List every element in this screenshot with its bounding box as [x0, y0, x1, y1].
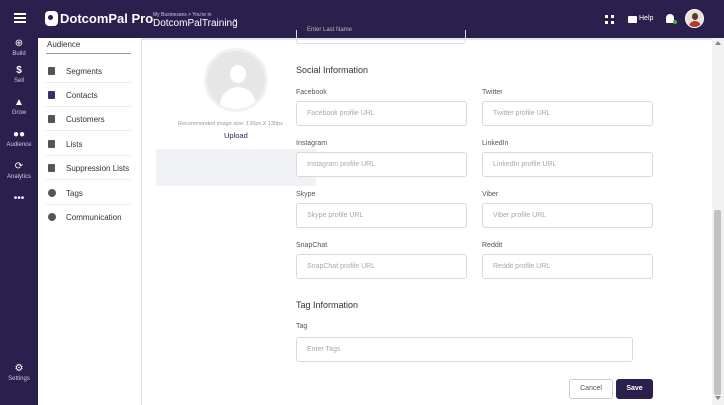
- more-icon: •••: [13, 193, 25, 204]
- online-status-dot: [673, 20, 677, 24]
- instagram-field[interactable]: Instagram profile URL: [296, 152, 467, 177]
- subnav-item-communication[interactable]: Communication: [46, 205, 131, 229]
- instagram-label: Instagram: [296, 140, 328, 147]
- brand-name[interactable]: DotcomPal Pro: [60, 11, 153, 26]
- contact-form: Enter Last Name Recommended image size: …: [142, 27, 712, 405]
- gear-icon: ⚙: [14, 363, 24, 374]
- instagram-placeholder: Instagram profile URL: [307, 161, 376, 168]
- facebook-label: Facebook: [296, 89, 327, 96]
- tag-label: Tag: [296, 323, 308, 330]
- people-icon: ●●: [12, 129, 26, 140]
- image-size-hint: Recommended image size: 130px X 130px: [178, 121, 283, 127]
- snapchat-label: SnapChat: [296, 242, 328, 249]
- reddit-placeholder: Reddit profile URL: [493, 263, 551, 270]
- skype-placeholder: Skype profile URL: [307, 212, 364, 219]
- viber-field[interactable]: Viber profile URL: [482, 203, 653, 228]
- subnav-item-lists[interactable]: Lists: [46, 132, 131, 156]
- subnav-divider: [46, 53, 131, 54]
- logo-icon[interactable]: [45, 11, 58, 26]
- subnav-item-label: Suppression Lists: [66, 164, 130, 173]
- audience-subnav: Audience Segments Contacts Customers Lis…: [38, 38, 142, 405]
- communication-icon: [48, 213, 56, 221]
- twitter-field[interactable]: Twitter profile URL: [482, 101, 653, 126]
- tag-icon: [48, 189, 56, 197]
- viber-placeholder: Viber profile URL: [493, 212, 547, 219]
- snapchat-field[interactable]: SnapChat profile URL: [296, 254, 467, 279]
- contacts-icon: [48, 91, 55, 99]
- snapchat-placeholder: SnapChat profile URL: [307, 263, 376, 270]
- scrollbar-thumb[interactable]: [714, 210, 721, 395]
- reddit-field[interactable]: Reddit profile URL: [482, 254, 653, 279]
- rail-item-analytics[interactable]: ⟳ Analytics: [0, 161, 38, 181]
- chevron-down-icon[interactable]: ⌄: [232, 14, 239, 23]
- rail-item-more[interactable]: •••: [0, 193, 38, 205]
- cancel-button[interactable]: Cancel: [569, 379, 613, 399]
- rail-item-audience[interactable]: ●● Audience: [0, 129, 38, 149]
- user-avatar[interactable]: [685, 9, 704, 28]
- twitter-placeholder: Twitter profile URL: [493, 110, 551, 117]
- subnav-item-customers[interactable]: Customers: [46, 107, 131, 131]
- save-button[interactable]: Save: [616, 379, 653, 399]
- subnav-item-contacts[interactable]: Contacts: [46, 83, 131, 107]
- subnav-item-segments[interactable]: Segments: [46, 59, 131, 83]
- subnav-item-label: Segments: [66, 67, 103, 76]
- subnav-item-suppression-lists[interactable]: Suppression Lists: [46, 156, 131, 180]
- rail-item-grow[interactable]: ▲ Grow: [0, 97, 38, 117]
- tag-section-title: Tag Information: [296, 300, 359, 310]
- scroll-up-arrow-icon[interactable]: [715, 41, 721, 45]
- rail-label: Settings: [8, 376, 30, 382]
- rail-label: Audience: [6, 142, 32, 148]
- twitter-label: Twitter: [482, 89, 503, 96]
- skype-label: Skype: [296, 191, 316, 198]
- last-name-placeholder: Enter Last Name: [307, 27, 353, 33]
- dollar-icon: $: [16, 65, 22, 76]
- viber-label: Viber: [482, 191, 499, 198]
- scroll-down-arrow-icon[interactable]: [715, 396, 721, 400]
- facebook-field[interactable]: Facebook profile URL: [296, 101, 467, 126]
- suppression-icon: [48, 164, 55, 172]
- skype-field[interactable]: Skype profile URL: [296, 203, 467, 228]
- plus-circle-icon: ⊕: [14, 38, 24, 49]
- linkedin-label: LinkedIn: [482, 140, 509, 147]
- analytics-icon: ⟳: [14, 161, 24, 172]
- apps-grid-icon[interactable]: [605, 15, 614, 24]
- rail-item-sell[interactable]: $ Sell: [0, 65, 38, 85]
- subnav-item-label: Communication: [66, 213, 122, 222]
- side-panel-card: [156, 149, 316, 186]
- customers-icon: [48, 115, 55, 123]
- subnav-title: Audience: [47, 40, 81, 49]
- rail-item-build[interactable]: ⊕ Build: [0, 38, 38, 58]
- growth-icon: ▲: [14, 97, 24, 108]
- social-section-title: Social Information: [296, 65, 369, 75]
- subnav-item-tags[interactable]: Tags: [46, 181, 131, 205]
- main-nav-rail: ⊕ Build $ Sell ▲ Grow ●● Audience ⟳ Anal…: [0, 38, 38, 405]
- help-icon[interactable]: [628, 16, 637, 23]
- tags-placeholder: Enter Tags: [307, 346, 341, 353]
- segments-icon: [48, 67, 55, 75]
- rail-label: Build: [12, 51, 26, 57]
- help-button[interactable]: Help: [639, 15, 653, 22]
- rail-label: Analytics: [6, 174, 31, 180]
- linkedin-placeholder: LinkedIn profile URL: [493, 161, 557, 168]
- rail-label: Sell: [13, 78, 24, 84]
- subnav-item-label: Contacts: [66, 91, 98, 100]
- facebook-placeholder: Facebook profile URL: [307, 110, 375, 117]
- rail-item-settings[interactable]: ⚙ Settings: [0, 363, 38, 383]
- reddit-label: Reddit: [482, 242, 503, 249]
- last-name-field[interactable]: Enter Last Name: [296, 27, 466, 44]
- subnav-item-label: Tags: [66, 189, 83, 198]
- subnav-item-label: Lists: [66, 140, 83, 149]
- rail-label: Grow: [11, 110, 27, 116]
- linkedin-field[interactable]: LinkedIn profile URL: [482, 152, 653, 177]
- lists-icon: [48, 140, 55, 148]
- upload-button[interactable]: Upload: [224, 131, 248, 140]
- hamburger-menu-icon[interactable]: [14, 13, 26, 23]
- profile-photo-placeholder: [204, 48, 268, 112]
- business-switcher[interactable]: DotcomPalTraining: [153, 18, 238, 29]
- tags-input[interactable]: Enter Tags: [296, 337, 633, 362]
- subnav-item-label: Customers: [66, 115, 105, 124]
